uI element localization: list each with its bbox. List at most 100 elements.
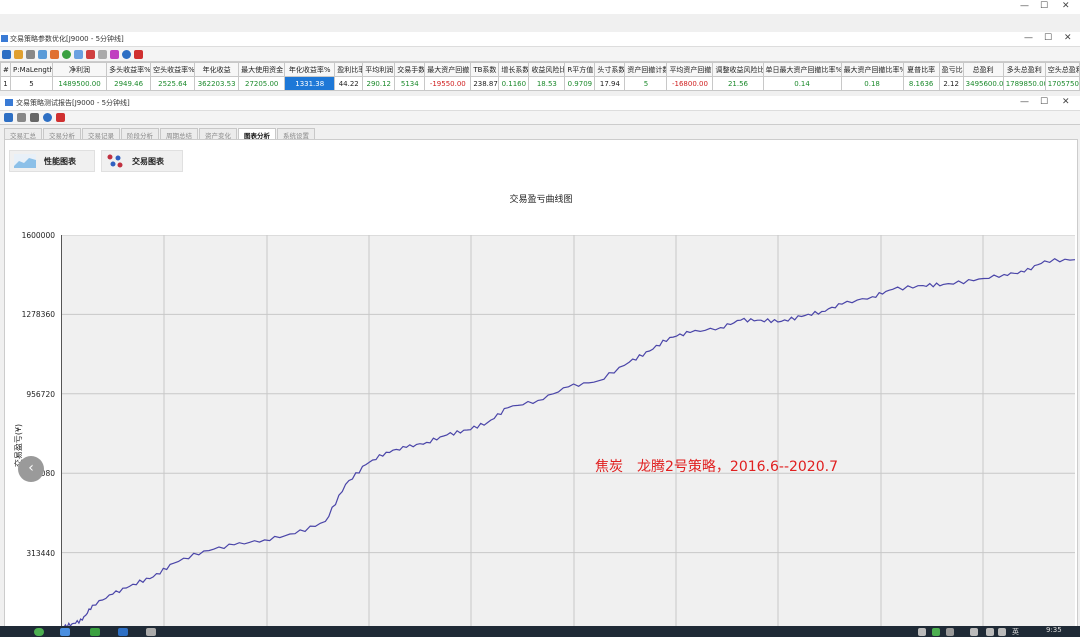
tab-1[interactable]: 交易分析 [43,128,81,140]
run-icon[interactable] [62,49,71,59]
table-cell[interactable]: 1789850.00 [1002,76,1046,91]
input-language-indicator[interactable]: 英 [1012,627,1019,637]
table-cell[interactable]: 5 [9,76,54,91]
table-cell[interactable]: 362203.53 [194,76,240,91]
column-header[interactable]: 头寸系数 [594,62,626,77]
table-cell[interactable]: 1 [0,76,11,91]
column-header[interactable]: 总盈利 [962,62,1004,77]
opt-minimize-button[interactable]: — [1024,33,1033,43]
table-cell[interactable]: 27205.00 [238,76,286,91]
table-cell[interactable]: 2.12 [938,76,964,91]
save-icon[interactable] [4,113,13,122]
app-icon[interactable] [60,628,70,636]
app-icon[interactable] [146,628,156,636]
tab-2[interactable]: 交易记录 [82,128,120,140]
close-button[interactable]: ✕ [1062,1,1070,11]
wechat-icon[interactable] [90,628,100,636]
maximize-button[interactable]: ☐ [1040,1,1048,11]
link-icon[interactable] [38,49,47,59]
performance-chart-button[interactable]: 性能图表 [9,150,95,172]
column-header[interactable]: 最大使用资金 [238,62,286,77]
table-cell[interactable]: 1489500.00 [52,76,108,91]
table-cell[interactable]: -19550.00 [424,76,472,91]
column-header[interactable]: 交易手数 [394,62,426,77]
column-header[interactable]: 净利润 [52,62,108,77]
table-cell[interactable]: 44.22 [334,76,364,91]
tab-0[interactable]: 交易汇总 [4,128,42,140]
table-cell[interactable]: 3495600.00 [962,76,1004,91]
clock[interactable]: 9:35 [1046,626,1062,634]
column-header[interactable]: 平均资产回撤 [666,62,714,77]
table-cell[interactable]: 1705750 [1044,76,1080,91]
print-icon[interactable] [30,113,39,122]
tab-5[interactable]: 资产变化 [199,128,237,140]
table-cell[interactable]: 2949.46 [106,76,152,91]
column-header[interactable]: 最大资产回撤 [424,62,472,77]
report-minimize-button[interactable]: — [1020,97,1029,107]
app-icon[interactable] [118,628,128,636]
table-cell[interactable]: 290.12 [362,76,396,91]
column-header[interactable]: 平均利润 [362,62,396,77]
table-cell[interactable]: 238.87 [470,76,500,91]
column-header[interactable]: 多头总盈利 [1002,62,1046,77]
column-header[interactable]: 增长系数 [498,62,530,77]
column-header[interactable]: 盈利比率 [334,62,364,77]
column-header[interactable]: 盈亏比 [938,62,964,77]
table-cell[interactable]: 0.18 [840,76,904,91]
table-cell[interactable]: 0.14 [762,76,842,91]
table-cell[interactable]: 2525.64 [150,76,196,91]
column-header[interactable]: # [0,62,11,77]
filter-icon[interactable] [98,49,107,59]
column-header[interactable]: 夏普比率 [902,62,940,77]
column-header[interactable]: 收益风险比 [528,62,566,77]
column-header[interactable]: 空头总盈利 [1044,62,1080,77]
column-header[interactable]: 年化收益 [194,62,240,77]
tray-icon[interactable] [932,628,940,636]
column-header[interactable]: P:MaLength [9,62,54,77]
save-icon[interactable] [2,49,11,59]
tray-icon[interactable] [946,628,954,636]
column-header[interactable]: 年化收益率% [284,62,336,77]
exit-icon[interactable] [134,49,143,59]
tab-7[interactable]: 系统设置 [277,128,315,140]
table-cell[interactable]: 8.1636 [902,76,940,91]
column-header[interactable]: 资产回撤计数 [624,62,668,77]
tool-icon[interactable] [110,49,119,59]
help-icon[interactable] [43,113,52,122]
settings-icon[interactable] [50,49,59,59]
table-row[interactable]: 1 5 1489500.00 2949.46 2525.64 362203.53 27205… [0,76,1080,91]
column-header[interactable]: 空头收益率% [150,62,196,77]
previous-arrow-button[interactable]: ‹ [18,456,44,482]
volume-icon[interactable] [986,628,994,636]
grid-icon[interactable] [74,49,83,59]
column-header[interactable]: 最大资产回撤比率% [840,62,904,77]
table-cell[interactable]: 17.94 [594,76,626,91]
tray-icon[interactable] [918,628,926,636]
tab-6[interactable]: 图表分析 [238,128,276,140]
print-icon[interactable] [26,49,35,59]
chart-icon[interactable] [86,49,95,59]
tray-icon[interactable] [970,628,978,636]
app-icon[interactable] [34,628,44,636]
table-cell[interactable]: 0.9709 [564,76,596,91]
minimize-button[interactable]: — [1020,1,1029,11]
table-cell[interactable]: -16800.00 [666,76,714,91]
column-header[interactable]: 多头收益率% [106,62,152,77]
column-header[interactable]: 调整收益风险比 [712,62,764,77]
help-icon[interactable] [122,49,131,59]
column-header[interactable]: TB系数 [470,62,500,77]
network-icon[interactable] [998,628,1006,636]
tab-3[interactable]: 阶段分析 [121,128,159,140]
tab-4[interactable]: 周期总结 [160,128,198,140]
exit-icon[interactable] [56,113,65,122]
table-cell[interactable]: 5 [624,76,668,91]
table-cell[interactable]: 5134 [394,76,426,91]
column-header[interactable]: R平方值 [564,62,596,77]
opt-maximize-button[interactable]: ☐ [1044,33,1052,43]
open-folder-icon[interactable] [14,49,23,59]
report-close-button[interactable]: ✕ [1062,97,1070,107]
trade-chart-button[interactable]: 交易图表 [101,150,183,172]
table-cell[interactable]: 21.56 [712,76,764,91]
table-cell[interactable]: 18.53 [528,76,566,91]
table-cell[interactable]: 0.1160 [498,76,530,91]
